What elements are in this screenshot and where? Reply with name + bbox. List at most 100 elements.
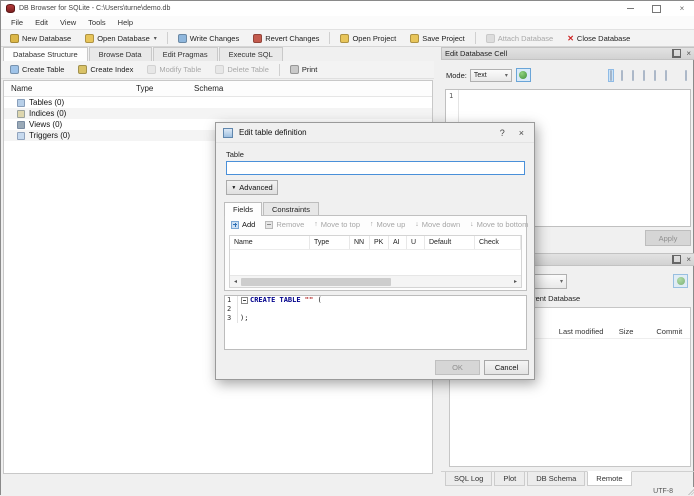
save-project-button[interactable]: Save Project — [403, 32, 472, 45]
open-database-button[interactable]: Open Database ▾ — [78, 32, 164, 45]
toolbar-separator — [278, 63, 280, 76]
apply-button[interactable]: Apply — [645, 230, 691, 246]
grid-column-pk[interactable]: PK — [370, 236, 389, 249]
maximize-icon — [651, 4, 661, 13]
close-panel-icon[interactable]: × — [686, 49, 691, 58]
tree-item-indices[interactable]: Indices (0) — [4, 108, 432, 119]
scrollbar-thumb[interactable] — [241, 277, 391, 286]
menu-edit[interactable]: Edit — [29, 18, 54, 27]
new-database-button[interactable]: New Database — [3, 32, 78, 45]
dock-tab-plot[interactable]: Plot — [494, 472, 526, 486]
write-changes-button[interactable]: Write Changes — [171, 32, 246, 45]
move-up-button: ↑ Move up — [368, 220, 413, 229]
dialog-tab-constraints[interactable]: Constraints — [263, 202, 319, 216]
connect-button[interactable] — [673, 274, 688, 288]
maximize-button[interactable] — [643, 1, 669, 16]
tab-execute-sql[interactable]: Execute SQL — [218, 47, 283, 61]
dialog-title: Edit table definition — [239, 128, 307, 137]
float-panel-icon[interactable] — [672, 49, 682, 58]
import-icon[interactable] — [654, 69, 656, 81]
export-icon[interactable] — [665, 69, 667, 81]
close-panel-icon[interactable]: × — [686, 255, 691, 264]
create-table-button[interactable]: Create Table — [3, 63, 71, 76]
main-toolbar: New Database Open Database ▾ Write Changes R… — [1, 29, 694, 47]
menu-help[interactable]: Help — [112, 18, 139, 27]
table-name-input[interactable] — [226, 161, 525, 175]
dialog-close-icon[interactable]: × — [519, 128, 524, 138]
grid-column-default[interactable]: Default — [425, 236, 475, 249]
horizontal-scrollbar[interactable]: ◂ ▸ — [230, 275, 521, 287]
print-icon[interactable] — [685, 69, 687, 81]
dialog-tab-fields[interactable]: Fields — [224, 202, 263, 216]
print-button[interactable]: Print — [283, 63, 324, 76]
dock-tab-db-schema[interactable]: DB Schema — [527, 472, 586, 486]
menu-tools[interactable]: Tools — [82, 18, 112, 27]
sql-line: 1 CREATE TABLE "" ( — [225, 296, 526, 305]
menu-view[interactable]: View — [54, 18, 82, 27]
tree-item-tables[interactable]: Tables (0) — [4, 97, 432, 108]
modify-table-button: Modify Table — [140, 63, 208, 76]
auto-apply-toggle[interactable] — [515, 68, 531, 82]
float-panel-icon[interactable] — [672, 255, 682, 264]
remove-icon — [265, 220, 274, 229]
chevron-down-icon[interactable]: ▾ — [154, 35, 157, 42]
fields-panel: Add Remove ↑ Move to top ↑ Move up ↓ Move down ↓… — [224, 215, 528, 291]
cell-editor-line-number: 1 — [449, 92, 454, 100]
grid-column-type[interactable]: Type — [310, 236, 350, 249]
open-file-icon[interactable] — [643, 69, 645, 81]
add-field-button[interactable]: Add — [229, 220, 263, 229]
scroll-right-icon[interactable]: ▸ — [510, 278, 521, 285]
open-project-button[interactable]: Open Project — [333, 32, 403, 45]
create-index-button[interactable]: Create Index — [71, 63, 140, 76]
close-icon: × — [679, 4, 685, 13]
grid-column-check[interactable]: Check — [475, 236, 521, 249]
fold-marker-icon[interactable] — [241, 297, 248, 304]
image-icon[interactable] — [632, 69, 634, 81]
revert-changes-button[interactable]: Revert Changes — [246, 32, 326, 45]
tree-column-schema[interactable]: Schema — [187, 84, 432, 93]
resize-grip[interactable] — [687, 488, 694, 495]
fields-grid[interactable]: Name Type NN PK AI U Default Check ◂ ▸ — [229, 235, 522, 288]
sql-code: CREATE TABLE "" ( — [238, 296, 322, 305]
tab-database-structure[interactable]: Database Structure — [3, 47, 88, 61]
new-database-icon — [10, 33, 19, 43]
menu-file[interactable]: File — [5, 18, 29, 27]
remove-field-button-label: Remove — [276, 220, 305, 229]
dock-tab-remote[interactable]: Remote — [587, 471, 632, 486]
scroll-left-icon[interactable]: ◂ — [230, 278, 241, 285]
move-down-button-label: Move down — [421, 220, 461, 229]
sql-token: ( — [313, 296, 322, 304]
sql-token: "" — [300, 296, 314, 304]
tab-edit-pragmas[interactable]: Edit Pragmas — [152, 47, 218, 61]
ok-button[interactable]: OK — [435, 360, 480, 375]
dock-tab-sql-log[interactable]: SQL Log — [445, 472, 493, 486]
minimize-button[interactable] — [617, 1, 643, 16]
cancel-button[interactable]: Cancel — [484, 360, 529, 375]
attach-database-button-label: Attach Database — [497, 33, 554, 43]
new-database-button-label: New Database — [22, 33, 72, 43]
down-arrow-icon: ↓ — [470, 221, 474, 228]
chevron-down-icon: ▼ — [231, 184, 237, 191]
help-icon[interactable]: ? — [500, 128, 505, 138]
fields-grid-header: Name Type NN PK AI U Default Check — [230, 236, 521, 250]
grid-column-nn[interactable]: NN — [350, 236, 370, 249]
grid-column-ai[interactable]: AI — [389, 236, 407, 249]
close-database-button[interactable]: ✕ Close Database — [560, 32, 637, 45]
null-icon[interactable] — [621, 69, 623, 81]
tree-item-triggers-label: Triggers (0) — [29, 131, 71, 140]
text-mode-icon[interactable] — [610, 69, 612, 81]
create-table-button-label: Create Table — [22, 65, 65, 74]
modify-table-icon — [147, 65, 157, 74]
dock-tab-bar: SQL Log Plot DB Schema Remote — [441, 471, 694, 487]
grid-column-name[interactable]: Name — [230, 236, 310, 249]
mode-dropdown[interactable]: Text ▾ — [469, 68, 512, 82]
advanced-button[interactable]: ▼ Advanced — [226, 180, 278, 195]
grid-column-u[interactable]: U — [407, 236, 425, 249]
tree-column-type[interactable]: Type — [129, 84, 187, 93]
close-button[interactable]: × — [669, 1, 694, 16]
sql-preview-editor[interactable]: 1 CREATE TABLE "" (2 3); — [224, 295, 527, 350]
tab-browse-data[interactable]: Browse Data — [88, 47, 152, 61]
tree-column-name[interactable]: Name — [4, 84, 129, 93]
delete-table-button-label: Delete Table — [227, 65, 269, 74]
sql-code — [238, 305, 240, 314]
